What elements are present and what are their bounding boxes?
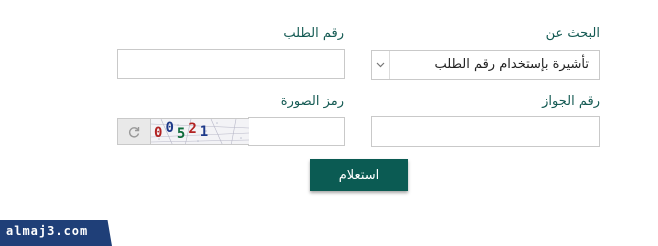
watermark-banner: almaj3.com: [0, 220, 112, 246]
search-by-label: البحث عن: [545, 26, 600, 41]
captcha-char: 0: [154, 125, 166, 141]
captcha-char: 1: [199, 124, 212, 140]
captcha-image: 0 0 5 2 1: [151, 118, 249, 145]
captcha-input[interactable]: [248, 117, 345, 146]
captcha-code: 0 0 5 2 1: [154, 120, 212, 142]
captcha-char: 0: [165, 120, 177, 136]
request-number-input[interactable]: [117, 49, 345, 79]
passport-number-label: رقم الجواز: [542, 94, 600, 109]
captcha-widget: 0 0 5 2 1: [117, 118, 249, 145]
watermark-text: almaj3.com: [6, 224, 89, 238]
search-by-select[interactable]: تأشيرة بإستخدام رقم الطلب: [371, 50, 600, 80]
captcha-label: رمز الصورة: [280, 94, 344, 109]
captcha-char: 2: [188, 121, 200, 137]
inquiry-submit-button[interactable]: استعلام: [310, 159, 408, 191]
chevron-down-icon[interactable]: [372, 51, 390, 79]
passport-number-input[interactable]: [371, 116, 600, 147]
captcha-char: 5: [176, 126, 189, 142]
request-number-label: رقم الطلب: [283, 26, 344, 41]
refresh-icon[interactable]: [117, 118, 151, 145]
search-by-selected-value: تأشيرة بإستخدام رقم الطلب: [434, 57, 590, 72]
